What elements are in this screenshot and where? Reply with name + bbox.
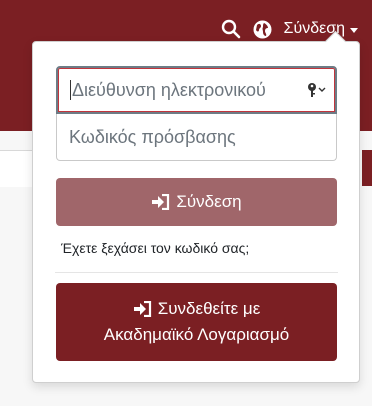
login-submit-content: Σύνδεση bbox=[151, 192, 242, 212]
login-dropdown: Διεύθυνση ηλεκτρονικού Κωδικός πρόσβασης… bbox=[32, 30, 360, 383]
academic-login-line1: Συνδεθείτε με bbox=[133, 296, 261, 322]
email-field[interactable]: Διεύθυνση ηλεκτρονικού bbox=[56, 66, 337, 114]
forgot-password-link[interactable]: Έχετε ξεχάσει τον κωδικό σας; bbox=[61, 240, 249, 256]
academic-login-button[interactable]: Συνδεθείτε με Ακαδημαϊκό Λογαριασμό bbox=[56, 283, 337, 361]
login-submit-button[interactable]: Σύνδεση bbox=[56, 178, 337, 226]
background-field bbox=[0, 150, 32, 187]
password-placeholder: Κωδικός πρόσβασης bbox=[69, 126, 236, 147]
text-cursor bbox=[70, 80, 71, 100]
background-bar bbox=[362, 150, 372, 186]
caret-down-icon bbox=[350, 27, 358, 33]
email-placeholder: Διεύθυνση ηλεκτρονικού bbox=[72, 79, 266, 100]
academic-login-label-line1: Συνδεθείτε με bbox=[157, 299, 261, 318]
sign-in-icon bbox=[152, 194, 170, 210]
search-icon[interactable] bbox=[220, 18, 242, 40]
login-dropdown-toggle[interactable]: Σύνδεση bbox=[284, 20, 358, 38]
dropdown-divider bbox=[55, 272, 338, 273]
credentials-group: Διεύθυνση ηλεκτρονικού Κωδικός πρόσβασης bbox=[56, 66, 337, 161]
academic-login-label-line2: Ακαδημαϊκό Λογαριασμό bbox=[103, 325, 290, 344]
globe-icon[interactable] bbox=[252, 18, 274, 40]
password-manager-key-icon[interactable] bbox=[307, 82, 327, 98]
sign-in-icon bbox=[133, 301, 151, 317]
password-field[interactable]: Κωδικός πρόσβασης bbox=[56, 114, 337, 161]
login-submit-label: Σύνδεση bbox=[176, 192, 242, 211]
